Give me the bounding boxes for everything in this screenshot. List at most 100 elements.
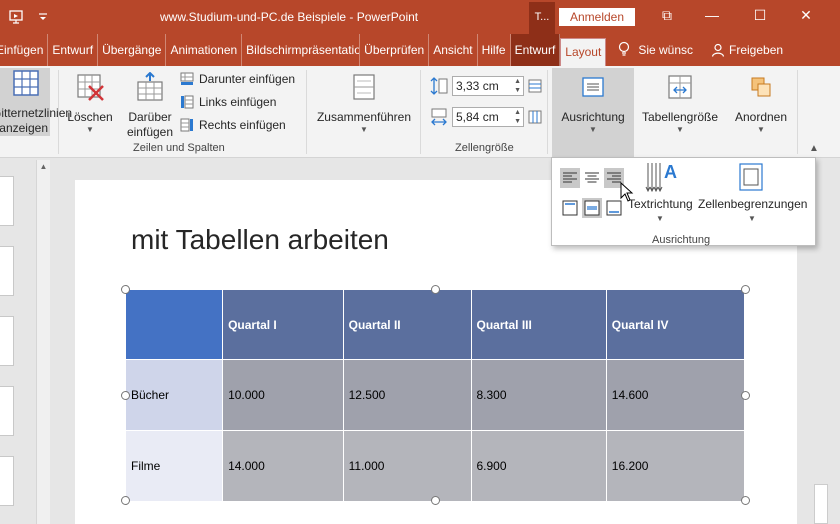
tab-transitions[interactable]: Übergänge (98, 34, 167, 66)
table-cell[interactable]: 8.300 (470, 359, 607, 431)
resize-handle[interactable] (121, 391, 130, 400)
table-cell[interactable]: 6.900 (470, 430, 607, 502)
insert-below-icon (180, 72, 194, 85)
resize-handle[interactable] (741, 285, 750, 294)
scroll-thumb[interactable] (814, 484, 828, 524)
slide-scrollbar[interactable] (812, 158, 840, 524)
table-header-cell[interactable]: Quartal IV (605, 289, 746, 360)
distribute-columns-icon[interactable] (528, 110, 542, 124)
tablesize-button[interactable]: Tabellengröße ▼ (638, 72, 722, 135)
table-cell[interactable]: Bücher (124, 359, 224, 431)
insert-above-button[interactable]: Darüber einfügen (124, 71, 176, 140)
tab-slideshow[interactable]: Bildschirmpräsentatio (242, 34, 361, 66)
resize-handle[interactable] (741, 496, 750, 505)
align-center-button[interactable] (582, 168, 602, 188)
svg-text:A: A (664, 162, 677, 182)
share-button[interactable]: Freigeben (711, 43, 783, 57)
tab-table-design[interactable]: Entwurf (510, 34, 561, 66)
merge-label: Zusammenführen (316, 110, 412, 124)
quick-access-toolbar (8, 9, 48, 29)
resize-handle[interactable] (431, 285, 440, 294)
thumbnail-scrollbar[interactable]: ▲ (36, 160, 50, 524)
signin-button[interactable]: Anmelden (559, 8, 635, 26)
tab-animations[interactable]: Animationen (166, 34, 243, 66)
table-header-cell[interactable] (124, 289, 224, 360)
insert-right-icon (180, 118, 193, 132)
delete-button[interactable]: Löschen ▼ (64, 72, 116, 135)
tell-me-search[interactable]: Sie wünsc (638, 43, 693, 57)
resize-handle[interactable] (121, 496, 130, 505)
ribbon-display-icon[interactable]: ⧉ (652, 7, 682, 24)
distribute-rows-icon[interactable] (528, 79, 542, 93)
tab-design[interactable]: Entwurf (48, 34, 99, 66)
minimize-button[interactable]: — (697, 7, 727, 23)
column-width-icon (431, 108, 447, 126)
table-cell[interactable]: 16.200 (605, 430, 746, 502)
customize-qat-icon[interactable] (38, 9, 48, 29)
resize-handle[interactable] (741, 391, 750, 400)
align-top-icon (562, 200, 578, 216)
user-icon (711, 43, 725, 57)
arrange-icon (751, 77, 771, 97)
scroll-up-icon[interactable]: ▲ (37, 162, 50, 171)
slide-thumbnail[interactable] (0, 316, 14, 366)
window-title: www.Studium-und-PC.de Beispiele - PowerP… (160, 10, 419, 24)
table-cell[interactable]: 11.000 (342, 430, 472, 502)
lightbulb-icon[interactable] (618, 41, 630, 60)
arrange-button[interactable]: Anordnen ▼ (728, 72, 794, 135)
align-left-button[interactable] (560, 168, 580, 188)
resize-handle[interactable] (431, 496, 440, 505)
cell-margins-icon (739, 163, 763, 191)
table-size-icon (668, 75, 692, 99)
table-cell[interactable]: 14.000 (222, 430, 344, 502)
merge-button[interactable]: Zusammenführen ▼ (314, 72, 414, 135)
tab-review[interactable]: Überprüfen (360, 34, 430, 66)
collapse-ribbon-icon[interactable]: ▲ (809, 143, 819, 154)
cell-width-spinner[interactable]: 5,84 cm ▲ ▼ (430, 107, 542, 127)
cell-margins-button[interactable] (738, 162, 764, 195)
slide-thumbnail[interactable] (0, 386, 14, 436)
close-button[interactable]: ✕ (791, 7, 821, 24)
tab-help[interactable]: Hilfe (478, 34, 511, 66)
table-row: Filme 14.000 11.000 6.900 16.200 (124, 430, 746, 502)
insert-below-button[interactable]: Darunter einfügen (180, 72, 295, 86)
tab-view[interactable]: Ansicht (429, 34, 478, 66)
tab-layout[interactable]: Layout (560, 38, 607, 66)
cell-height-input[interactable]: 3,33 cm ▲ ▼ (452, 76, 524, 96)
table-row: Bücher 10.000 12.500 8.300 14.600 (124, 359, 746, 431)
insert-above-icon (137, 71, 163, 101)
slide-thumbnail[interactable] (0, 246, 14, 296)
table-header-cell[interactable]: Quartal III (470, 289, 607, 360)
slide-thumbnail[interactable] (0, 456, 14, 506)
insert-right-button[interactable]: Rechts einfügen (180, 118, 286, 132)
table-header-cell[interactable]: Quartal I (222, 289, 344, 360)
table-cell[interactable]: 14.600 (605, 359, 746, 431)
table-cell[interactable]: Filme (124, 430, 224, 502)
cell-height-spinner[interactable]: 3,33 cm ▲ ▼ (430, 76, 542, 96)
table-tools-context[interactable]: T... (529, 2, 555, 34)
insert-left-icon (181, 95, 194, 109)
text-direction-button[interactable]: A (630, 160, 692, 199)
maximize-button[interactable]: ☐ (745, 7, 775, 24)
tab-insert[interactable]: Einfügen (0, 34, 49, 66)
cell-height-value: 3,33 cm (456, 79, 499, 93)
align-center-icon (585, 172, 599, 183)
slide-thumbnail[interactable] (0, 176, 14, 226)
slide-table[interactable]: Quartal I Quartal II Quartal III Quartal… (124, 289, 746, 502)
table-cell[interactable]: 12.500 (342, 359, 472, 431)
align-top-button[interactable] (560, 198, 580, 218)
insert-left-button[interactable]: Links einfügen (180, 95, 276, 109)
table-header-cell[interactable]: Quartal II (342, 289, 472, 360)
align-middle-button[interactable] (582, 198, 602, 218)
alignment-button[interactable]: Ausrichtung ▼ (552, 68, 634, 158)
resize-handle[interactable] (121, 285, 130, 294)
delete-label: Löschen (67, 110, 113, 124)
insert-below-label: Darunter einfügen (199, 72, 296, 86)
cell-margins-label: Zellenbegrenzungen (698, 197, 808, 211)
slide-title[interactable]: mit Tabellen arbeiten (131, 224, 389, 256)
table-cell[interactable]: 10.000 (222, 359, 344, 431)
table-grid-icon (13, 70, 39, 96)
gridlines-button[interactable]: Gitternetzlinien anzeigen (0, 68, 72, 136)
slideshow-icon[interactable] (8, 9, 24, 29)
cell-width-input[interactable]: 5,84 cm ▲ ▼ (452, 107, 524, 127)
